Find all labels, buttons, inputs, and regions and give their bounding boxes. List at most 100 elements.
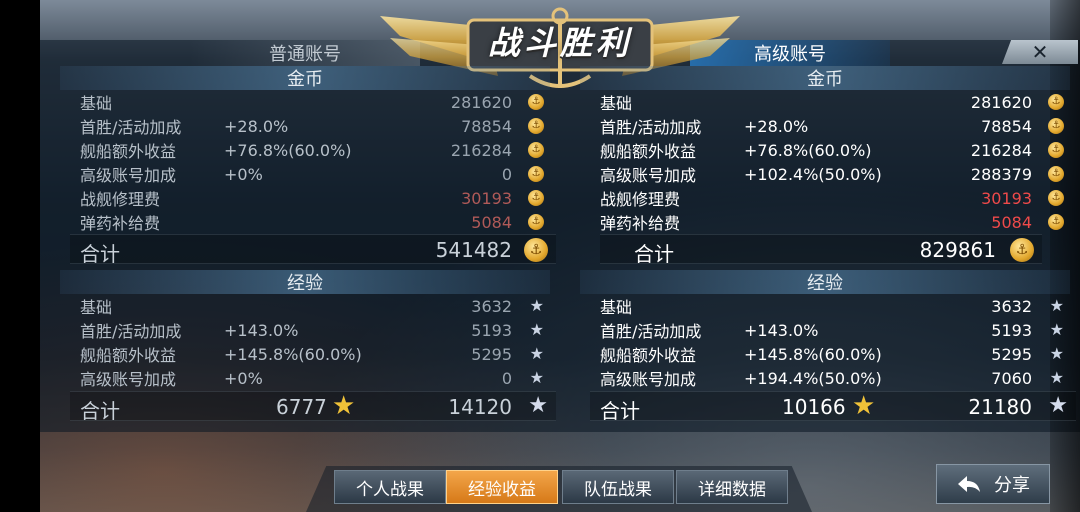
premium-gold-row-repair: 战舰修理费 30193 ⚓ (600, 186, 1076, 210)
row-value: 5084 (471, 212, 512, 232)
coin-icon: ⚓ (1048, 118, 1064, 134)
close-button[interactable]: ✕ (1002, 40, 1078, 64)
star-icon: ★ (1049, 368, 1064, 387)
star-icon: ★ (529, 320, 544, 339)
row-value: 5084 (991, 212, 1032, 232)
close-icon: ✕ (1031, 40, 1049, 64)
normal-exp-row-bonus: 首胜/活动加成 +143.0% 5193 ★ (80, 318, 556, 342)
normal-exp-total-row: 合计 6777 ★ 14120 ★ (70, 391, 556, 423)
share-arrow-icon (958, 476, 980, 492)
row-value: 216284 (450, 140, 512, 160)
share-button[interactable]: 分享 (936, 464, 1050, 504)
row-percent: +28.0% (744, 116, 809, 136)
normal-exp-section-title: 经验 (60, 270, 550, 294)
coin-icon: ⚓ (528, 118, 544, 134)
total-label: 合计 (600, 399, 640, 423)
tab-personal-results[interactable]: 个人战果 (334, 470, 446, 504)
row-label: 高级账号加成 (600, 370, 697, 389)
star-icon: ★ (529, 296, 544, 315)
row-value: 281620 (450, 92, 512, 112)
row-value: 3632 (991, 296, 1032, 316)
row-value: 0 (501, 164, 512, 184)
premium-exp-row-base: 基础 3632 ★ (600, 294, 1076, 318)
star-icon: ★ (528, 393, 548, 418)
coin-icon: ⚓ (528, 166, 544, 182)
row-percent: +143.0% (744, 320, 819, 340)
left-black-bar (0, 0, 40, 512)
coin-icon: ⚓ (1048, 94, 1064, 110)
row-percent: +0% (224, 368, 263, 388)
tab-exp-earnings[interactable]: 经验收益 (446, 470, 558, 504)
tab-team-results[interactable]: 队伍战果 (562, 470, 674, 504)
total-label: 合计 (80, 399, 120, 423)
row-label: 首胜/活动加成 (600, 118, 702, 137)
coin-icon: ⚓ (528, 190, 544, 206)
coin-icon: ⚓ (1048, 214, 1064, 230)
normal-gold-row-bonus: 首胜/活动加成 +28.0% 78854 ⚓ (80, 114, 556, 138)
row-percent: +145.8%(60.0%) (744, 344, 882, 364)
victory-title: 战斗胜利 (487, 24, 632, 62)
gold-star-icon: ★ (852, 391, 876, 421)
row-label: 战舰修理费 (80, 190, 161, 209)
premium-exp-row-premium: 高级账号加成 +194.4%(50.0%) 7060 ★ (600, 366, 1076, 390)
gold-star-icon: ★ (332, 391, 356, 421)
row-value: 5193 (471, 320, 512, 340)
row-label: 舰船额外收益 (600, 346, 697, 365)
row-label: 首胜/活动加成 (600, 322, 702, 341)
row-percent: +0% (224, 164, 263, 184)
row-value: 30193 (461, 188, 512, 208)
row-label: 基础 (80, 94, 113, 113)
row-label: 舰船额外收益 (600, 142, 697, 161)
premium-gold-row-ammo: 弹药补给费 5084 ⚓ (600, 210, 1076, 234)
row-label: 基础 (80, 298, 113, 317)
row-label: 基础 (600, 94, 633, 113)
coin-icon: ⚓ (1048, 166, 1064, 182)
row-label: 基础 (600, 298, 633, 317)
coin-icon: ⚓ (1048, 190, 1064, 206)
coin-icon: ⚓ (528, 94, 544, 110)
premium-gold-row-ship: 舰船额外收益 +76.8%(60.0%) 216284 ⚓ (600, 138, 1076, 162)
row-percent: +76.8%(60.0%) (744, 140, 872, 160)
row-value: 5295 (991, 344, 1032, 364)
premium-gold-section-title: 金币 (580, 66, 1070, 90)
star-icon: ★ (1048, 393, 1068, 418)
row-value: 30193 (981, 188, 1032, 208)
row-label: 高级账号加成 (80, 166, 177, 185)
coin-icon: ⚓ (528, 214, 544, 230)
captain-exp-value: 6777 (276, 395, 327, 419)
star-icon: ★ (1049, 320, 1064, 339)
row-value: 216284 (970, 140, 1032, 160)
normal-gold-row-base: 基础 281620 ⚓ (80, 90, 556, 114)
coin-icon: ⚓ (1048, 142, 1064, 158)
normal-gold-row-premium: 高级账号加成 +0% 0 ⚓ (80, 162, 556, 186)
premium-gold-row-premium: 高级账号加成 +102.4%(50.0%) 288379 ⚓ (600, 162, 1076, 186)
premium-exp-row-bonus: 首胜/活动加成 +143.0% 5193 ★ (600, 318, 1076, 342)
row-label: 舰船额外收益 (80, 346, 177, 365)
normal-exp-row-base: 基础 3632 ★ (80, 294, 556, 318)
row-label: 高级账号加成 (600, 166, 697, 185)
row-value: 7060 (991, 368, 1032, 388)
total-value: 21180 (968, 395, 1032, 419)
normal-exp-row-premium: 高级账号加成 +0% 0 ★ (80, 366, 556, 390)
total-value: 829861 (919, 238, 996, 262)
row-value: 3632 (471, 296, 512, 316)
normal-gold-total-row: 合计 541482 ⚓ (70, 234, 556, 266)
star-icon: ★ (1049, 296, 1064, 315)
row-value: 78854 (461, 116, 512, 136)
total-label: 合计 (634, 242, 674, 266)
premium-exp-total-row: 合计 10166 ★ 21180 ★ (590, 391, 1076, 423)
total-value: 14120 (448, 395, 512, 419)
normal-exp-row-ship: 舰船额外收益 +145.8%(60.0%) 5295 ★ (80, 342, 556, 366)
row-value: 5295 (471, 344, 512, 364)
row-label: 弹药补给费 (80, 214, 161, 233)
row-label: 首胜/活动加成 (80, 118, 182, 137)
row-label: 弹药补给费 (600, 214, 681, 233)
row-percent: +102.4%(50.0%) (744, 164, 882, 184)
total-label: 合计 (80, 242, 120, 266)
premium-gold-row-bonus: 首胜/活动加成 +28.0% 78854 ⚓ (600, 114, 1076, 138)
tab-detailed-data[interactable]: 详细数据 (676, 470, 788, 504)
normal-gold-section-title: 金币 (60, 66, 550, 90)
captain-exp-value: 10166 (782, 395, 846, 419)
normal-gold-row-ship: 舰船额外收益 +76.8%(60.0%) 216284 ⚓ (80, 138, 556, 162)
row-label: 舰船额外收益 (80, 142, 177, 161)
